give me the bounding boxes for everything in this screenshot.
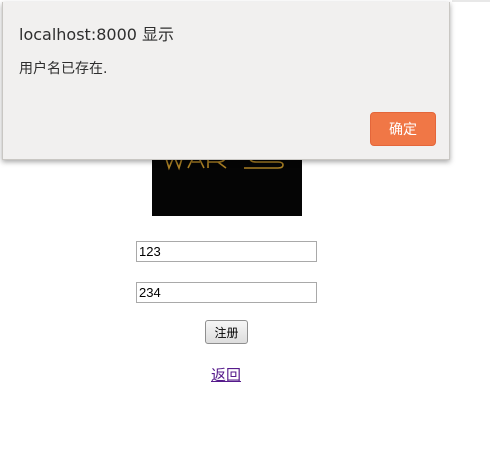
register-button[interactable]: 注册	[205, 320, 248, 344]
alert-dialog: localhost:8000 显示 用户名已存在. 确定	[2, 2, 450, 160]
confirm-button[interactable]: 确定	[370, 112, 436, 146]
browser-top-edge	[452, 0, 490, 2]
username-input[interactable]: 123	[136, 241, 317, 262]
dialog-message: 用户名已存在.	[19, 61, 108, 77]
password-input[interactable]: 234	[136, 282, 317, 303]
page: 123 234 注册 返回 localhost:8000 显示 用户名已存在. …	[0, 0, 490, 473]
dialog-title: localhost:8000 显示	[19, 25, 175, 44]
back-link[interactable]: 返回	[211, 364, 241, 385]
